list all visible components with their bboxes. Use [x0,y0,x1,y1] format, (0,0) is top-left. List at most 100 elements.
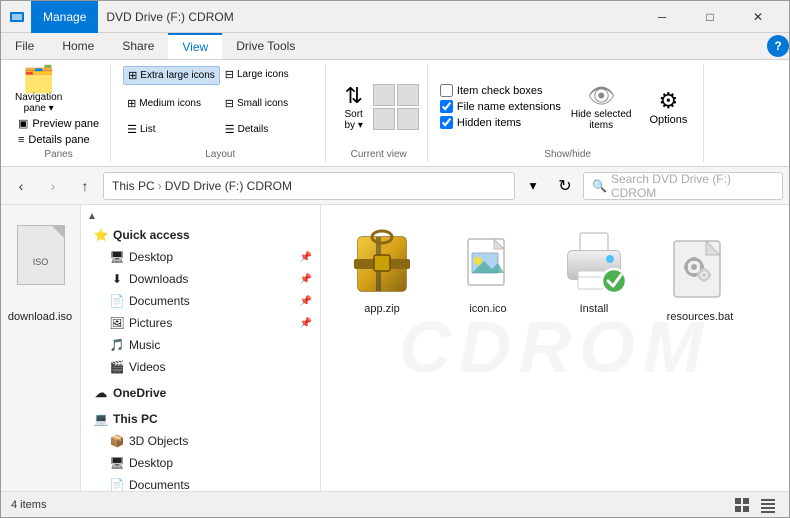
extra-large-icons-button[interactable]: ⊞ Extra large icons [123,66,220,85]
statusbar-count: 4 items [11,499,731,511]
sidebar-item-documents[interactable]: 📄 Documents 📌 [81,290,320,312]
file-name-extensions-label: File name extensions [457,101,561,113]
checkbox-items: Item check boxes File name extensions Hi… [440,84,561,129]
maximize-button[interactable]: □ [687,1,733,33]
help-button[interactable]: ? [767,35,789,57]
forward-button[interactable]: › [39,172,67,200]
small-icons-button[interactable]: ⊟ Small icons [221,95,318,112]
preview-pane-button[interactable]: ▣ Preview pane [15,116,102,131]
sidebar-item-desktop-pc[interactable]: 🖥 Desktop [81,452,320,474]
file-item-appzip[interactable]: app.zip [337,221,427,329]
tab-share[interactable]: Share [108,33,168,59]
file-area: CDROM [321,205,789,491]
zip-file-icon [346,227,418,299]
sidebar-item-music[interactable]: 🎵 Music [81,334,320,356]
close-button[interactable]: ✕ [735,1,781,33]
search-box[interactable]: 🔍 Search DVD Drive (F:) CDROM [583,172,783,200]
sort-by-label: Sortby ▾ [345,109,363,131]
search-placeholder: Search DVD Drive (F:) CDROM [611,172,774,200]
details-icon: ☰ [225,123,235,136]
nav-pane-button[interactable]: 🗂️ Navigationpane ▾ [15,66,62,114]
hidden-items-toggle[interactable]: Hidden items [440,116,561,129]
layout-group: ⊞ Extra large icons ⊟ Large icons ⊞ Medi… [115,64,326,162]
view-option-2[interactable] [397,84,419,106]
sidebar-item-desktop[interactable]: 🖥 Desktop 📌 [81,246,320,268]
item-check-boxes-toggle[interactable]: Item check boxes [440,84,561,97]
file-name-extensions-toggle[interactable]: File name extensions [440,100,561,113]
panes-label: Panes [15,149,102,160]
sidebar-item-videos[interactable]: 🎬 Videos [81,356,320,378]
details-toggle[interactable] [757,494,779,516]
small-icons-label: Small icons [237,98,288,109]
layout-label: Layout [123,149,317,160]
documents-pc-icon: 📄 [109,477,125,491]
sidebar-item-this-pc[interactable]: 💻 This PC [81,408,320,430]
details-button[interactable]: ☰ Details [221,121,318,138]
sort-by-icon: ⇅ [344,83,362,109]
downloads-pin-icon: 📌 [300,274,312,285]
item-check-boxes-checkbox[interactable] [440,84,453,97]
sidebar-item-3d-objects[interactable]: 📦 3D Objects [81,430,320,452]
file-item-resourcesbat[interactable]: resources.bat [655,229,745,329]
sidebar-item-documents-pc[interactable]: 📄 Documents [81,474,320,491]
desktop-pin-icon: 📌 [300,252,312,263]
hide-selected-label: Hide selecteditems [571,109,632,131]
view-option-3[interactable] [373,108,395,130]
this-pc-label: This PC [113,412,158,426]
file-item-install[interactable]: Install [549,221,639,329]
medium-icons-button[interactable]: ⊞ Medium icons [123,95,220,112]
show-hide-group: Item check boxes File name extensions Hi… [432,64,704,162]
panes-group-content: 🗂️ Navigationpane ▾ ▣ Preview pane ≡ Det… [15,66,102,147]
pictures-label: Pictures [129,316,172,330]
pictures-icon: 🖼 [109,315,125,331]
sidebar-item-onedrive[interactable]: ☁ OneDrive [81,382,320,404]
tab-file[interactable]: File [1,33,48,59]
extra-large-icons-icon: ⊞ [128,69,137,82]
details-pane-button[interactable]: ≡ Details pane [15,133,93,147]
titlebar: Manage DVD Drive (F:) CDROM ─ □ ✕ [1,1,789,33]
documents-pin-icon: 📌 [300,296,312,307]
file-name-install: Install [580,303,609,315]
hidden-items-checkbox[interactable] [440,116,453,129]
search-icon: 🔍 [592,179,607,193]
onedrive-label: OneDrive [113,386,166,400]
minimize-button[interactable]: ─ [639,1,685,33]
list-button[interactable]: ☰ List [123,121,220,138]
address-dropdown-button[interactable]: ▾ [519,172,547,200]
refresh-button[interactable]: ↻ [551,172,579,200]
sidebar-item-quick-access[interactable]: ⭐ Quick access [81,224,320,246]
show-hide-label: Show/hide [440,149,695,160]
view-option-4[interactable] [397,108,419,130]
preview-pane-icon: ▣ [18,117,28,130]
options-icon: ⚙ [659,88,679,114]
large-icons-toggle[interactable] [731,494,753,516]
hide-selected-button[interactable]: 👁 Hide selecteditems [565,81,638,133]
tab-view[interactable]: View [168,33,222,59]
large-icons-button[interactable]: ⊟ Large icons [221,66,318,83]
music-icon: 🎵 [109,337,125,353]
address-path[interactable]: This PC › DVD Drive (F:) CDROM [103,172,515,200]
file-item-iconico[interactable]: icon.ico [443,221,533,329]
documents-label: Documents [129,294,190,308]
medium-icons-label: Medium icons [139,98,201,109]
manage-tab-indicator[interactable]: Manage [31,1,98,33]
videos-label: Videos [129,360,165,374]
file-name-extensions-checkbox[interactable] [440,100,453,113]
panes-group: 🗂️ Navigationpane ▾ ▣ Preview pane ≡ Det… [7,64,111,162]
3d-objects-icon: 📦 [109,433,125,449]
tab-drive-tools[interactable]: Drive Tools [222,33,309,59]
sidebar-item-pictures[interactable]: 🖼 Pictures 📌 [81,312,320,334]
options-button[interactable]: ⚙ Options [641,86,695,128]
sidebar-expand-handle[interactable]: ▲ [81,209,320,224]
up-button[interactable]: ↑ [71,172,99,200]
details-pane-icon: ≡ [18,134,24,146]
tab-home[interactable]: Home [48,33,108,59]
sidebar-item-downloads[interactable]: ⬇ Downloads 📌 [81,268,320,290]
back-button[interactable]: ‹ [7,172,35,200]
printer-file-icon [558,227,630,299]
list-label: List [140,124,156,135]
view-option-1[interactable] [373,84,395,106]
small-icons-icon: ⊟ [225,97,234,110]
sort-by-button[interactable]: ⇅ Sortby ▾ [338,81,368,133]
window: Manage DVD Drive (F:) CDROM ─ □ ✕ File H… [0,0,790,518]
